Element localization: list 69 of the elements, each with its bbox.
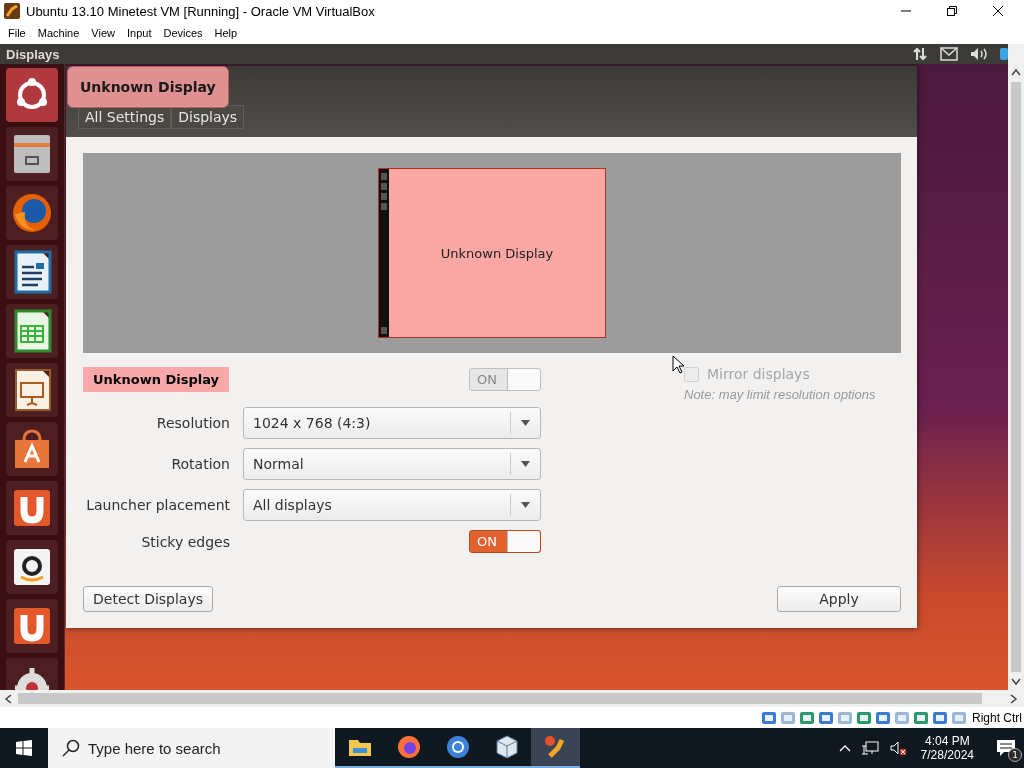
setting-label: Sticky edges	[140, 533, 230, 550]
menu-item[interactable]: Machine	[31, 27, 86, 39]
search-field[interactable]: Type here to search	[48, 728, 335, 768]
launcher-item[interactable]	[6, 363, 58, 417]
status-icon[interactable]	[875, 709, 891, 726]
dropdown[interactable]: All displays	[243, 489, 541, 521]
menu-item[interactable]: Devices	[157, 27, 209, 39]
menu-item[interactable]: Input	[120, 27, 158, 39]
windows-start-icon[interactable]	[16, 740, 32, 756]
horizontal-scrollbar[interactable]	[0, 690, 1024, 707]
launcher-item[interactable]	[6, 422, 58, 476]
launcher-item[interactable]	[6, 127, 58, 181]
menu-item[interactable]: Help	[208, 27, 244, 39]
menu-item[interactable]: View	[85, 27, 121, 39]
window-title: Ubuntu 13.10 Minetest VM [Running] - Oracle VM VirtualBox	[26, 3, 376, 19]
monitor-preview[interactable]: Unknown Display	[378, 168, 606, 338]
cube-icon	[493, 734, 520, 760]
monitor-label: Unknown Display	[439, 244, 555, 263]
launcher-strip-icon	[379, 169, 389, 337]
clock-date[interactable]: 7/28/2024	[920, 748, 974, 762]
status-icon[interactable]	[913, 709, 929, 726]
vertical-scrollbar[interactable]	[1008, 44, 1024, 690]
mirror-note: Note: may limit resolution options	[684, 387, 876, 402]
search-icon	[62, 739, 80, 757]
scroll-up-icon[interactable]	[1011, 68, 1021, 76]
launcher-item[interactable]	[6, 68, 58, 122]
detect-displays-button[interactable]: Detect Displays	[83, 586, 214, 612]
launcher-item[interactable]	[6, 186, 58, 240]
status-icon[interactable]	[818, 709, 834, 726]
tooltip: Unknown Display	[67, 66, 229, 108]
launcher-item[interactable]	[6, 245, 58, 299]
status-icon[interactable]	[932, 709, 948, 726]
launcher-item[interactable]	[6, 304, 58, 358]
launcher-item[interactable]	[6, 540, 58, 594]
chevron-up-icon[interactable]	[838, 744, 851, 752]
status-icon[interactable]	[856, 709, 872, 726]
ring-icon	[444, 734, 471, 760]
setting-label: Launcher placement	[85, 497, 230, 513]
volume-icon[interactable]	[970, 47, 988, 61]
display-name: Unknown Display	[83, 367, 230, 392]
status-icon[interactable]	[761, 709, 777, 726]
launcher-item[interactable]	[6, 481, 58, 535]
setting-label: Rotation	[170, 456, 230, 472]
mail-icon[interactable]	[940, 47, 958, 61]
menu-item[interactable]: File	[2, 27, 32, 39]
dropdown-arrow-icon	[521, 420, 530, 426]
dropdown-arrow-icon	[521, 461, 530, 467]
network-arrows-icon[interactable]	[912, 46, 928, 62]
volume-muted-icon[interactable]	[888, 740, 907, 756]
mouse-cursor-icon	[672, 355, 684, 374]
launcher-item[interactable]	[6, 599, 58, 653]
scroll-right-icon[interactable]	[1010, 693, 1018, 704]
app-icon	[4, 3, 20, 19]
dropdown-arrow-icon	[521, 502, 530, 508]
clock-time[interactable]: 4:04 PM	[924, 734, 970, 748]
scroll-down-icon[interactable]	[1011, 678, 1021, 686]
setting-label: Resolution	[155, 415, 230, 431]
restore-icon[interactable]	[946, 5, 958, 17]
mirror-label: Mirror displays	[707, 366, 810, 382]
host-key-label: Right Ctrl	[972, 710, 1022, 725]
panel-title: Displays	[6, 46, 61, 62]
dropdown[interactable]: 1024 x 768 (4:3)	[243, 407, 541, 439]
scroll-left-icon[interactable]	[4, 693, 12, 704]
notification-count-badge: 1	[1008, 748, 1022, 762]
apply-button[interactable]: Apply	[777, 586, 901, 612]
network-icon[interactable]	[860, 740, 879, 756]
dropdown[interactable]: Normal	[243, 448, 541, 480]
status-icon[interactable]	[799, 709, 815, 726]
close-icon[interactable]	[992, 5, 1004, 17]
